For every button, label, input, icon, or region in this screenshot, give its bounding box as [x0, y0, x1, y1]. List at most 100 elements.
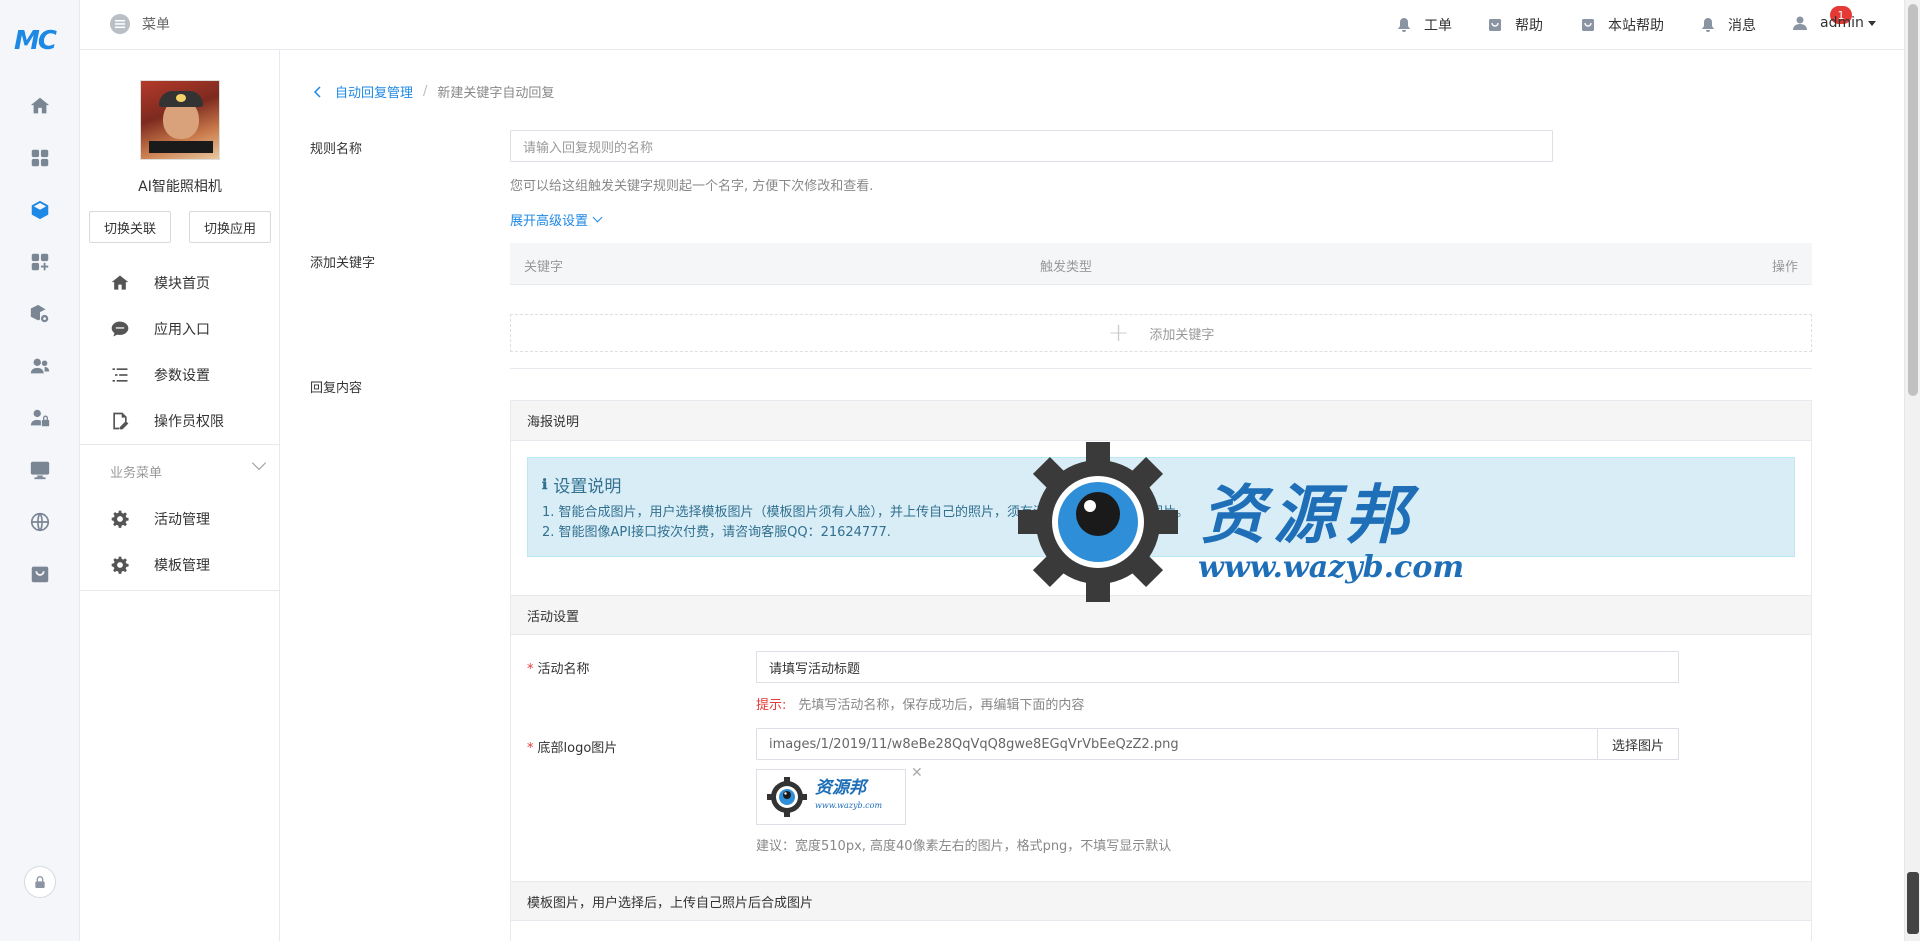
watermark-text: 资源邦 [1201, 478, 1417, 553]
list-icon [110, 365, 130, 385]
bag-icon[interactable] [26, 560, 54, 588]
module-sidebar: AI智能照相机 切换关联 切换应用 模块首页 应用入口 参数设置 操作员权限 业… [80, 50, 280, 941]
sidebar-item-label: 模块首页 [154, 276, 210, 292]
edit-doc-icon [110, 411, 130, 431]
bag-icon [1487, 17, 1503, 33]
menu-icon [110, 14, 130, 34]
gear-icon [110, 509, 130, 529]
watermark: 资源邦 www.wazyb.com [1018, 442, 1478, 602]
bell-icon [1700, 17, 1716, 33]
logo-image-label-text: 底部logo图片 [537, 741, 618, 756]
scroll-grip[interactable] [1907, 872, 1919, 934]
home-icon[interactable] [26, 92, 54, 120]
poster-section-header: 海报说明 [511, 401, 1811, 441]
tip-value: 先填写活动名称，保存成功后，再编辑下面的内容 [798, 698, 1085, 713]
logo-gear-icon [767, 777, 807, 817]
globe-icon[interactable] [26, 508, 54, 536]
menu-toggle[interactable]: 菜单 [110, 14, 170, 34]
chevron-down-icon [592, 212, 603, 223]
sidebar-item-app-entry[interactable]: 应用入口 [80, 306, 280, 352]
user-lock-icon[interactable] [26, 404, 54, 432]
chat-icon [110, 319, 130, 339]
messages-label: 消息 [1728, 18, 1756, 34]
apps-icon[interactable] [26, 144, 54, 172]
chevron-down-icon[interactable] [251, 455, 267, 471]
logo-suggestion: 建议：宽度510px, 高度40像素左右的图片，格式png，不填写显示默认 [756, 839, 1172, 854]
lock-screen-button[interactable] [24, 866, 56, 898]
ticket-link[interactable]: 工单 [1396, 15, 1452, 35]
lock-icon [35, 876, 45, 888]
chevron-left-icon[interactable] [313, 85, 323, 98]
logo-text: 资源邦 www.wazyb.com [815, 779, 882, 815]
column-actions: 操作 [1771, 260, 1798, 275]
sidebar-item-params[interactable]: 参数设置 [80, 352, 280, 398]
switch-link-button[interactable]: 切换关联 [89, 211, 171, 243]
sidebar-item-label: 操作员权限 [154, 414, 224, 430]
scrollbar-thumb[interactable] [1908, 4, 1918, 396]
rule-name-label: 规则名称 [310, 142, 363, 157]
sidebar-item-operator-permissions[interactable]: 操作员权限 [80, 398, 280, 444]
logo-image-label: * 底部logo图片 [527, 737, 617, 756]
biz-menu-title: 业务菜单 [110, 466, 163, 481]
add-keyword-button[interactable]: + 添加关键字 [510, 314, 1812, 352]
rule-name-input[interactable]: 请输入回复规则的名称 [510, 130, 1553, 162]
bell-icon [1396, 17, 1412, 33]
sidebar-item-label: 应用入口 [154, 322, 210, 338]
main-content: 自动回复管理 / 新建关键字自动回复 规则名称 请输入回复规则的名称 您可以给这… [280, 50, 1904, 941]
expand-advanced-link[interactable]: 展开高级设置 [510, 210, 603, 229]
app-avatar [140, 80, 220, 160]
required-mark: * [527, 662, 534, 677]
keyword-table-header: 关键字 触发类型 操作 [510, 243, 1812, 285]
help-label: 帮助 [1515, 18, 1543, 34]
user-menu[interactable]: admin [1792, 15, 1876, 31]
expand-advanced-label: 展开高级设置 [510, 214, 589, 229]
template-section-header: 模板图片，用户选择后，上传自己照片后合成图片 [511, 881, 1811, 921]
cube-icon[interactable] [26, 196, 54, 224]
select-image-button[interactable]: 选择图片 [1597, 728, 1679, 760]
sidebar-item-template-management[interactable]: 模板管理 [80, 542, 280, 588]
home-icon [110, 273, 130, 293]
logo-brand-text: 资源邦 [815, 778, 866, 798]
notice-title-text: 设置说明 [553, 477, 622, 497]
sidebar-item-activity-management[interactable]: 活动管理 [80, 496, 280, 542]
add-keyword-text: 添加关键字 [1149, 327, 1215, 343]
bag-icon [1580, 17, 1596, 33]
help-link[interactable]: 帮助 [1487, 15, 1543, 35]
sidebar-item-label: 活动管理 [154, 512, 210, 528]
logo-path-input[interactable]: images/1/2019/11/w8eBe28QqVqQ8gwe8EGqVrV… [756, 728, 1598, 760]
top-bar: 菜单 工单 帮助 本站帮助 消息 1 admin [80, 0, 1904, 50]
activity-name-label-text: 活动名称 [537, 662, 590, 677]
activity-name-label: * 活动名称 [527, 658, 590, 677]
user-name: admin [1820, 15, 1864, 31]
ticket-label: 工单 [1424, 18, 1452, 34]
site-help-label: 本站帮助 [1608, 18, 1664, 34]
rule-name-hint: 您可以给这组触发关键字规则起一个名字, 方便下次修改和查看. [510, 179, 874, 194]
switch-app-button[interactable]: 切换应用 [189, 211, 271, 243]
site-help-link[interactable]: 本站帮助 [1580, 15, 1664, 35]
icon-rail: MC [0, 0, 80, 941]
messages-link[interactable]: 消息 [1700, 15, 1756, 35]
divider [510, 368, 1812, 369]
app-logo[interactable]: MC [14, 26, 64, 56]
caret-down-icon [1867, 20, 1876, 26]
reply-content-label: 回复内容 [310, 381, 363, 396]
divider [80, 444, 280, 445]
breadcrumb-parent-link[interactable]: 自动回复管理 [335, 82, 413, 101]
remove-image-icon[interactable]: ✕ [911, 765, 923, 781]
box-gear-icon[interactable] [26, 300, 54, 328]
sidebar-item-label: 模板管理 [154, 558, 210, 574]
gear-icon [110, 555, 130, 575]
divider [80, 590, 280, 591]
vertical-scrollbar[interactable] [1904, 0, 1920, 941]
plus-icon: + [1107, 318, 1130, 348]
monitor-icon[interactable] [26, 456, 54, 484]
grid-plus-icon[interactable] [26, 248, 54, 276]
watermark-url: www.wazyb.com [1198, 550, 1465, 585]
users-icon[interactable] [26, 352, 54, 380]
menu-label: 菜单 [142, 17, 170, 33]
sidebar-item-module-home[interactable]: 模块首页 [80, 260, 280, 306]
activity-name-input[interactable]: 请填写活动标题 [756, 651, 1679, 683]
activity-name-tip: 提示: 先填写活动名称，保存成功后，再编辑下面的内容 [756, 694, 1084, 713]
logo-url-text: www.wazyb.com [815, 801, 883, 810]
breadcrumb-separator: / [423, 84, 428, 99]
